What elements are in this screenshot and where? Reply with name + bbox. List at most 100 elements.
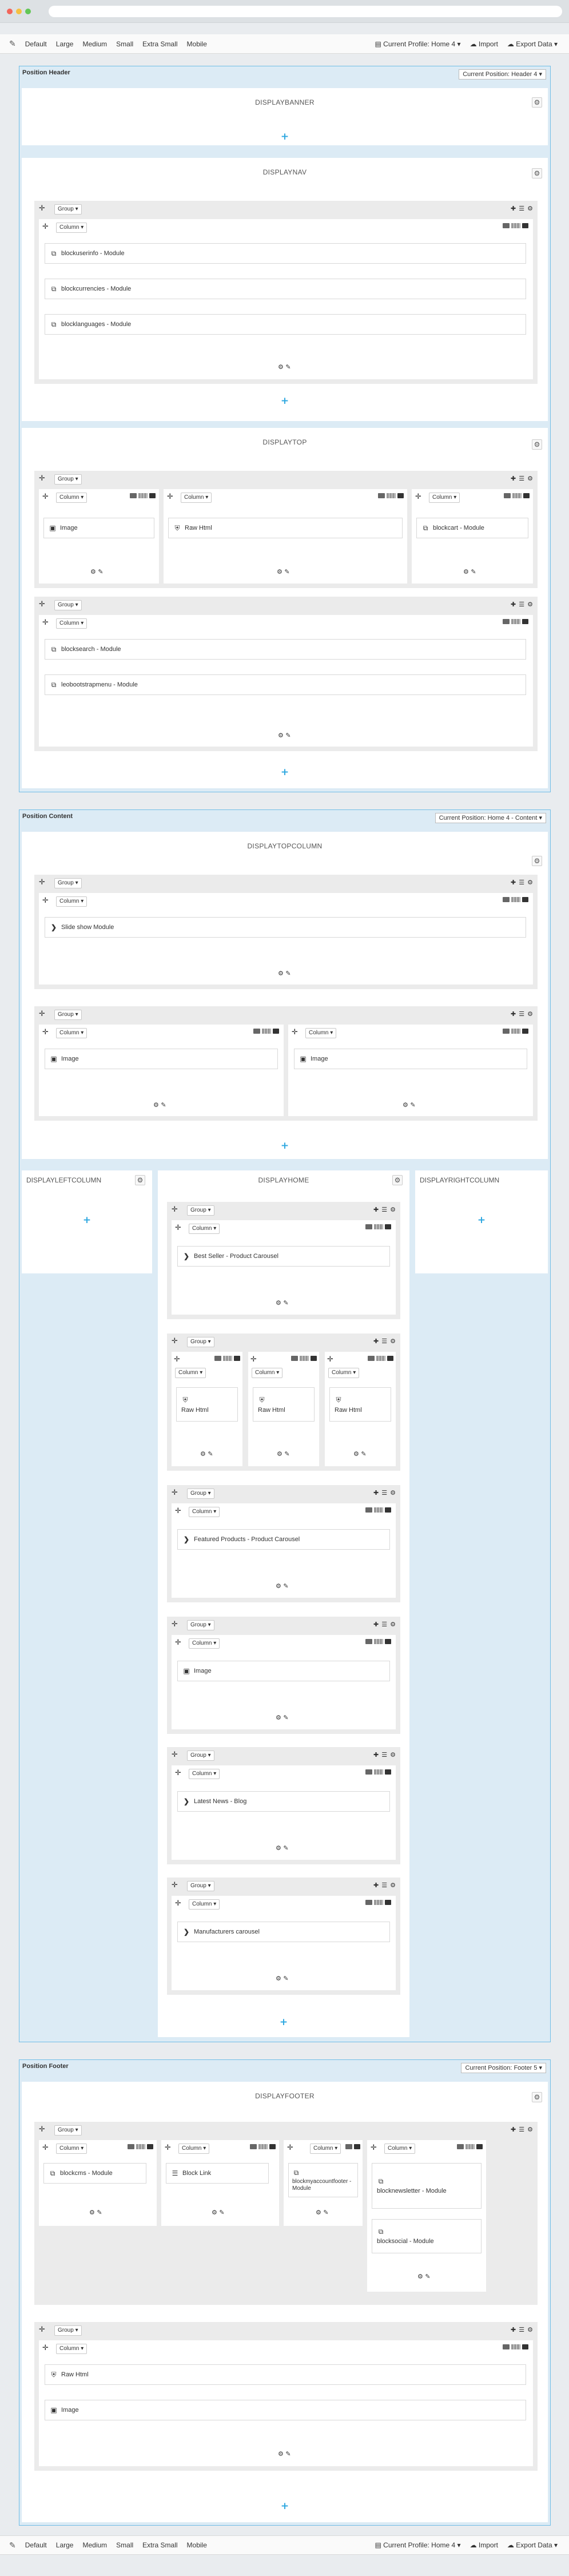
move-icon[interactable]: ✛ (42, 223, 49, 231)
move-icon[interactable]: ✛ (42, 493, 49, 501)
gear-icon[interactable]: ⚙ (90, 568, 96, 575)
add-group-plus-icon[interactable]: + (280, 1141, 289, 1151)
gear-icon[interactable]: ⚙ (527, 879, 533, 886)
move-icon[interactable]: ✛ (371, 2144, 377, 2152)
gear-icon[interactable]: ⚙ (390, 1621, 396, 1628)
minus-icon[interactable] (214, 1356, 221, 1361)
move-icon[interactable]: ✛ (415, 493, 421, 501)
plus-icon[interactable] (522, 619, 528, 624)
device-medium-button[interactable]: Medium (82, 2541, 107, 2549)
gear-icon[interactable]: ⚙ (89, 2209, 95, 2216)
device-default-button[interactable]: Default (25, 2541, 47, 2549)
column-dropdown[interactable]: Column ▾ (56, 618, 87, 629)
gear-icon[interactable]: ⚙ (532, 97, 542, 108)
plus-icon[interactable] (385, 1639, 391, 1644)
plus-icon[interactable] (147, 2144, 153, 2149)
move-icon[interactable]: ✛ (172, 1881, 178, 1890)
move-icon[interactable]: ✛ (165, 2144, 171, 2152)
pencil-icon[interactable]: ✎ (284, 568, 289, 575)
width-bars-icon[interactable] (511, 619, 520, 624)
device-large-button[interactable]: Large (56, 40, 74, 48)
gear-icon[interactable]: ⚙ (278, 2450, 284, 2458)
column-dropdown[interactable]: Column ▾ (189, 1224, 220, 1234)
pencil-icon[interactable]: ✎ (285, 363, 291, 371)
add-column-plus-icon[interactable]: ✚ (511, 205, 516, 212)
list-icon[interactable]: ☰ (519, 205, 524, 212)
address-bar[interactable] (49, 6, 562, 17)
import-button[interactable]: ☁ Import (470, 40, 498, 48)
move-icon[interactable]: ✛ (172, 1205, 178, 1214)
width-bars-icon[interactable] (136, 2144, 145, 2149)
width-bars-icon[interactable] (374, 1639, 383, 1644)
minus-icon[interactable] (503, 2344, 510, 2349)
minus-icon[interactable] (378, 493, 385, 498)
module-blockcms[interactable]: ⧉ blockcms - Module (43, 2163, 146, 2184)
minus-icon[interactable] (128, 2144, 134, 2149)
gear-icon[interactable]: ⚙ (390, 1206, 396, 1213)
column-dropdown[interactable]: Column ▾ (384, 2144, 416, 2154)
list-icon[interactable]: ☰ (381, 1751, 387, 1759)
list-icon[interactable]: ☰ (519, 2126, 524, 2133)
gear-icon[interactable]: ⚙ (527, 205, 533, 212)
pencil-icon[interactable]: ✎ (323, 2209, 328, 2216)
device-mobile-button[interactable]: Mobile (187, 2541, 207, 2549)
module-image[interactable]: ▣ Image (294, 1049, 527, 1069)
module-raw-html[interactable]: ⛨ Raw Html (45, 2364, 526, 2385)
move-icon[interactable]: ✛ (42, 896, 49, 905)
minus-icon[interactable] (291, 1356, 298, 1361)
position-selector[interactable]: Current Position: Home 4 - Content ▾ (435, 813, 546, 823)
width-bars-icon[interactable] (465, 2144, 475, 2149)
minus-icon[interactable] (503, 223, 510, 228)
pencil-icon[interactable]: ✎ (425, 2273, 430, 2280)
module-image[interactable]: ▣ Image (45, 2400, 526, 2420)
move-icon[interactable]: ✛ (39, 1010, 45, 1018)
width-bars-icon[interactable] (258, 2144, 268, 2149)
plus-icon[interactable] (523, 493, 530, 498)
gear-icon[interactable]: ⚙ (278, 970, 284, 977)
plus-icon[interactable] (385, 1507, 391, 1513)
position-selector[interactable]: Current Position: Header 4 ▾ (459, 69, 546, 80)
width-bars-icon[interactable] (374, 1900, 383, 1905)
pencil-icon[interactable]: ✎ (161, 1101, 166, 1109)
pencil-icon[interactable]: ✎ (285, 2450, 291, 2458)
module-raw-html[interactable]: ⛨ Raw Html (329, 1387, 391, 1422)
module-manufacturers[interactable]: ❯ Manufacturers carousel (177, 1922, 390, 1942)
minus-icon[interactable] (365, 1224, 372, 1229)
gear-icon[interactable]: ⚙ (277, 568, 282, 575)
gear-icon[interactable]: ⚙ (392, 1175, 403, 1185)
width-bars-icon[interactable] (512, 493, 522, 498)
plus-icon[interactable] (385, 1224, 391, 1229)
pencil-icon[interactable]: ✎ (283, 1582, 288, 1590)
column-dropdown[interactable]: Column ▾ (178, 2144, 210, 2154)
group-dropdown[interactable]: Group ▾ (187, 1337, 214, 1347)
pencil-icon[interactable]: ✎ (208, 1450, 213, 1458)
gear-icon[interactable]: ⚙ (212, 2209, 217, 2216)
edit-icon[interactable]: ✎ (9, 2541, 16, 2550)
gear-icon[interactable]: ⚙ (532, 439, 542, 450)
gear-icon[interactable]: ⚙ (153, 1101, 159, 1109)
column-dropdown[interactable]: Column ▾ (328, 1368, 360, 1378)
width-bars-icon[interactable] (376, 1356, 385, 1361)
module-raw-html[interactable]: ⛨ Raw Html (253, 1387, 315, 1422)
module-blockmyaccountfooter[interactable]: ⧉ blockmyaccountfooter - Module (288, 2163, 358, 2197)
device-extra-small-button[interactable]: Extra Small (142, 2541, 177, 2549)
pencil-icon[interactable]: ✎ (283, 1299, 288, 1307)
gear-icon[interactable]: ⚙ (403, 1101, 408, 1109)
move-icon[interactable]: ✛ (39, 600, 45, 609)
list-icon[interactable]: ☰ (519, 2326, 524, 2333)
add-column-plus-icon[interactable]: ✚ (373, 1206, 379, 1213)
module-slideshow[interactable]: ❯ Slide show Module (45, 917, 526, 938)
add-column-plus-icon[interactable]: ✚ (373, 1751, 379, 1759)
minus-icon[interactable] (457, 2144, 464, 2149)
group-dropdown[interactable]: Group ▾ (187, 1881, 214, 1891)
plus-icon[interactable] (311, 1356, 317, 1361)
pencil-icon[interactable]: ✎ (285, 970, 291, 977)
list-icon[interactable]: ☰ (381, 1489, 387, 1497)
add-column-plus-icon[interactable]: ✚ (373, 1337, 379, 1345)
move-icon[interactable]: ✛ (175, 1769, 181, 1777)
plus-icon[interactable] (234, 1356, 240, 1361)
column-dropdown[interactable]: Column ▾ (429, 493, 460, 503)
pencil-icon[interactable]: ✎ (98, 568, 103, 575)
gear-icon[interactable]: ⚙ (532, 168, 542, 178)
gear-icon[interactable]: ⚙ (527, 1010, 533, 1018)
